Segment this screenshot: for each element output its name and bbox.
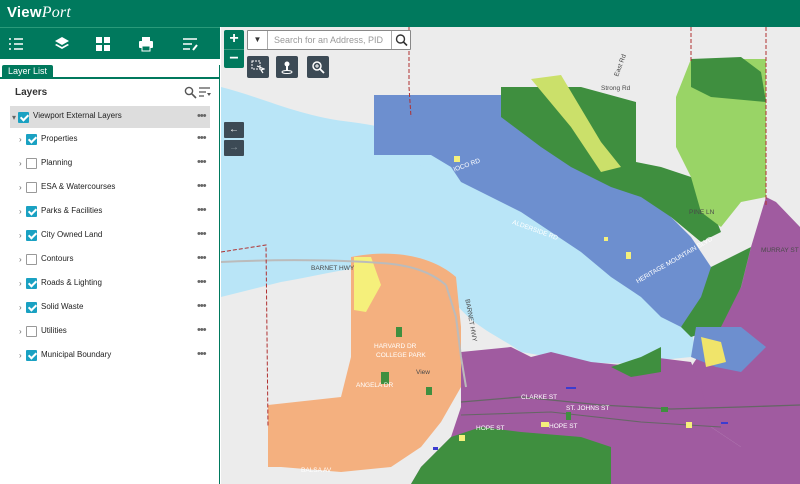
logo-view-text: View bbox=[7, 4, 42, 21]
road-label: MURRAY ST bbox=[761, 247, 799, 254]
location-icon[interactable] bbox=[276, 56, 298, 78]
more-options-icon[interactable]: ••• bbox=[197, 157, 207, 168]
layer-checkbox[interactable] bbox=[26, 134, 37, 145]
layer-label: City Owned Land bbox=[41, 230, 103, 239]
layer-row[interactable]: › ESA & Watercourses ••• bbox=[0, 176, 220, 200]
map-view[interactable]: + − ▼ Search for an Address, PID ← → BAR… bbox=[221, 27, 800, 484]
more-options-icon[interactable]: ••• bbox=[197, 277, 207, 288]
road-label: Strong Rd bbox=[601, 85, 631, 92]
more-options-icon[interactable]: ••• bbox=[197, 253, 207, 264]
more-options-icon[interactable]: ••• bbox=[197, 301, 207, 312]
layer-checkbox[interactable] bbox=[26, 182, 37, 193]
road-label: COLLEGE PARK bbox=[376, 352, 426, 359]
print-icon[interactable] bbox=[134, 32, 158, 56]
road-label: ST. JOHNS ST bbox=[566, 405, 610, 412]
layer-row[interactable]: › City Owned Land ••• bbox=[0, 224, 220, 248]
more-options-icon[interactable]: ••• bbox=[197, 325, 207, 336]
panel-toolbar bbox=[0, 27, 220, 61]
layer-row[interactable]: › Roads & Lighting ••• bbox=[0, 272, 220, 296]
layer-label: Roads & Lighting bbox=[41, 278, 102, 287]
panel-tabrow: Layer List bbox=[0, 65, 220, 79]
checkbox-root[interactable] bbox=[18, 112, 29, 123]
layer-checkbox[interactable] bbox=[26, 230, 37, 241]
layer-row[interactable]: › Properties ••• bbox=[0, 128, 220, 152]
layer-row[interactable]: › Solid Waste ••• bbox=[0, 296, 220, 320]
layer-label: Parks & Facilities bbox=[41, 206, 103, 215]
road-label: PINE LN bbox=[689, 209, 715, 216]
road-label: BALSA AV bbox=[301, 467, 332, 474]
search-icon bbox=[395, 34, 408, 47]
zoom-control: + − bbox=[224, 30, 244, 68]
zoom-in-button[interactable]: + bbox=[224, 30, 244, 49]
layer-row[interactable]: › Planning ••• bbox=[0, 152, 220, 176]
grid-icon[interactable] bbox=[91, 32, 115, 56]
layer-checkbox[interactable] bbox=[26, 350, 37, 361]
filter-list-icon[interactable] bbox=[198, 86, 211, 99]
road-label: HARVARD DR bbox=[374, 343, 417, 350]
road-label: CLARKE ST bbox=[521, 394, 558, 401]
more-options-icon[interactable]: ••• bbox=[197, 111, 207, 122]
layers-icon[interactable] bbox=[42, 32, 82, 61]
nav-forward-button[interactable]: → bbox=[224, 140, 244, 156]
layer-label: Planning bbox=[41, 158, 73, 167]
layer-row[interactable]: › Contours ••• bbox=[0, 248, 220, 272]
road-label: HOPE ST bbox=[549, 423, 578, 430]
layer-label: Solid Waste bbox=[41, 302, 84, 311]
tab-layer-list[interactable]: Layer List bbox=[2, 65, 54, 79]
layer-panel: Layer List Layers ▾ Viewport External La… bbox=[0, 27, 220, 484]
layer-checkbox[interactable] bbox=[26, 302, 37, 313]
search-dropdown[interactable]: ▼ bbox=[248, 31, 268, 49]
search-input[interactable]: Search for an Address, PID bbox=[274, 35, 383, 45]
more-options-icon[interactable]: ••• bbox=[197, 205, 207, 216]
zoom-search-icon[interactable] bbox=[307, 56, 329, 78]
layer-label: Contours bbox=[41, 254, 74, 263]
layer-label: Utilities bbox=[41, 326, 67, 335]
zoom-out-button[interactable]: − bbox=[224, 49, 244, 68]
layer-row-root[interactable]: ▾ Viewport External Layers ••• bbox=[10, 106, 210, 128]
logo-port-text: Port bbox=[41, 4, 71, 21]
layer-label-root: Viewport External Layers bbox=[33, 111, 122, 120]
nav-back-button[interactable]: ← bbox=[224, 122, 244, 138]
layer-label: ESA & Watercourses bbox=[41, 182, 116, 191]
layer-row[interactable]: › Parks & Facilities ••• bbox=[0, 200, 220, 224]
more-options-icon[interactable]: ••• bbox=[197, 133, 207, 144]
select-icon[interactable] bbox=[247, 56, 269, 78]
layer-row[interactable]: › Utilities ••• bbox=[0, 320, 220, 344]
layer-checkbox[interactable] bbox=[26, 326, 37, 337]
road-label: ANGELA DR bbox=[356, 382, 394, 389]
viewport-app: ViewPort Layer List Layers ▾ Viewport Ex… bbox=[0, 0, 800, 484]
map-canvas[interactable] bbox=[221, 27, 800, 484]
road-label: BARNET HWY bbox=[311, 265, 355, 272]
layer-checkbox[interactable] bbox=[26, 158, 37, 169]
search-box: ▼ Search for an Address, PID bbox=[247, 30, 411, 50]
layers-title: Layers bbox=[15, 87, 48, 98]
edit-list-icon[interactable] bbox=[178, 32, 202, 56]
layer-row[interactable]: › Municipal Boundary ••• bbox=[0, 344, 220, 368]
app-header: ViewPort bbox=[0, 0, 800, 27]
layer-label: Properties bbox=[41, 134, 78, 143]
layer-label: Municipal Boundary bbox=[41, 350, 112, 359]
more-options-icon[interactable]: ••• bbox=[197, 349, 207, 360]
road-label: HOPE ST bbox=[476, 425, 505, 432]
road-label: View bbox=[416, 369, 430, 376]
more-options-icon[interactable]: ••• bbox=[197, 181, 207, 192]
list-icon[interactable] bbox=[4, 32, 28, 56]
layers-header: Layers bbox=[0, 81, 220, 103]
app-logo: ViewPort bbox=[7, 4, 71, 22]
layer-checkbox[interactable] bbox=[26, 254, 37, 265]
layer-checkbox[interactable] bbox=[26, 206, 37, 217]
layer-checkbox[interactable] bbox=[26, 278, 37, 289]
search-icon[interactable] bbox=[184, 86, 197, 99]
more-options-icon[interactable]: ••• bbox=[197, 229, 207, 240]
search-button[interactable] bbox=[391, 31, 410, 49]
